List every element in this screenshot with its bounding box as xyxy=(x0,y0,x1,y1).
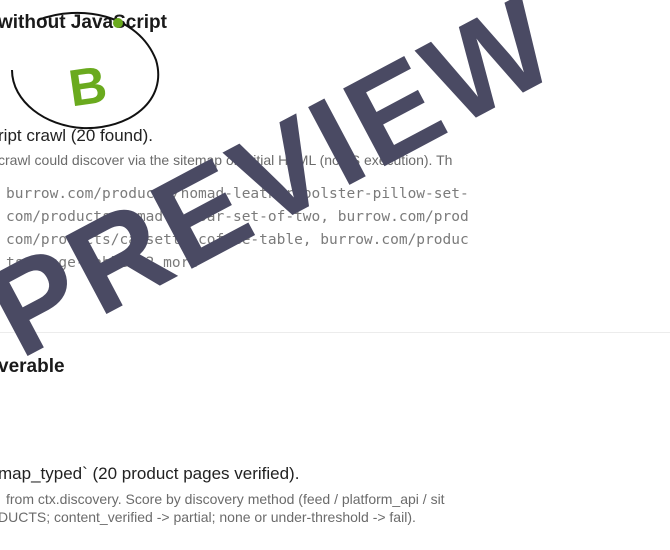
section-detail-line: DUCTS; content_verified -> partial; none… xyxy=(0,509,416,525)
grade-letter: B xyxy=(65,56,110,119)
url-line: ts/range-table +2 more xyxy=(6,255,199,271)
url-line: burrow.com/products/nomad-leather-bolste… xyxy=(6,186,469,202)
url-line: com/products/nomad-lumbar-set-of-two, bu… xyxy=(6,209,469,225)
section-title: verable xyxy=(0,356,65,377)
section-summary: ript crawl (20 found). xyxy=(0,126,153,145)
section-detail: crawl could discover via the sitemap or … xyxy=(0,152,453,168)
section-divider xyxy=(0,332,670,333)
grade-badge: B xyxy=(10,8,160,138)
section-summary: map_typed` (20 product pages verified). xyxy=(0,464,300,483)
section-detail-line: from ctx.discovery. Score by discovery m… xyxy=(6,491,445,507)
url-line: com/products/cassette-coffee-table, burr… xyxy=(6,232,469,248)
